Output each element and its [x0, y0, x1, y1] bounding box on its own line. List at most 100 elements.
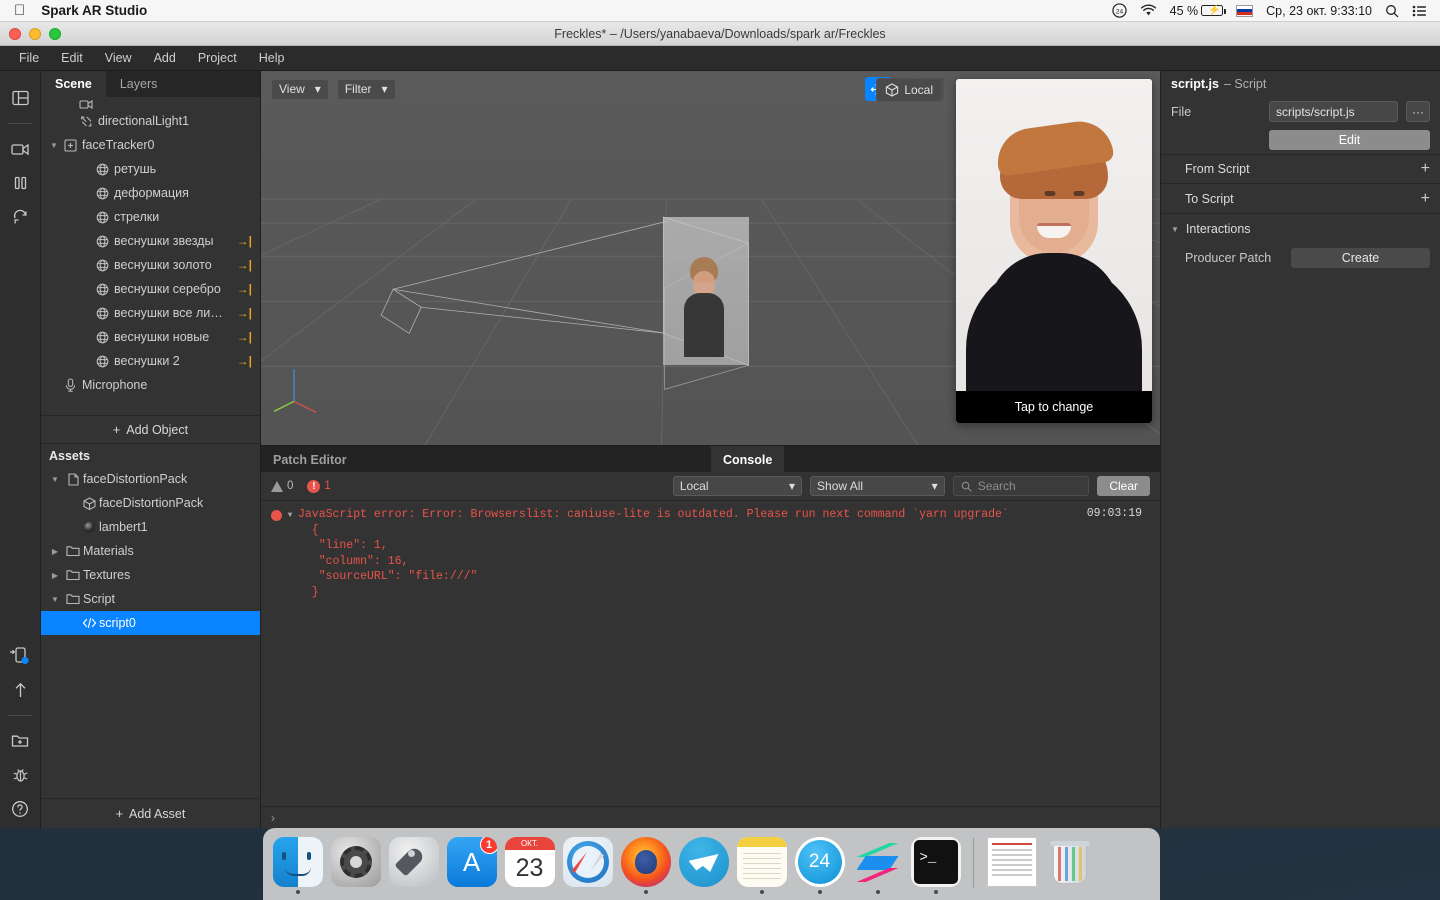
- dock-item-notes[interactable]: [735, 836, 788, 894]
- scene-tree-item[interactable]: ретушь: [41, 157, 260, 181]
- dock-item-mail-ru-cloud[interactable]: 24: [793, 836, 846, 894]
- battery-status[interactable]: 45 % ⚡: [1170, 4, 1227, 18]
- disclosure-triangle-icon[interactable]: ▼: [282, 511, 298, 600]
- asset-item[interactable]: ▶ Textures: [41, 563, 260, 587]
- console-scope-select[interactable]: Local ▾: [672, 476, 803, 496]
- dock-item-safari[interactable]: [561, 836, 614, 894]
- viewport-3d[interactable]: View ▾ Filter ▾ Local Tap to change: [261, 71, 1160, 445]
- tab-console[interactable]: Console: [711, 446, 785, 473]
- layout-icon[interactable]: [5, 83, 35, 113]
- camera-icon[interactable]: [5, 134, 35, 164]
- create-producer-patch-button[interactable]: Create: [1291, 248, 1430, 268]
- preview-caption[interactable]: Tap to change: [956, 391, 1152, 423]
- new-folder-icon[interactable]: [5, 726, 35, 756]
- dock-item-finder[interactable]: [271, 836, 324, 894]
- scene-tree-item[interactable]: деформация: [41, 181, 260, 205]
- menu-add[interactable]: Add: [143, 48, 187, 68]
- add-to-script-button[interactable]: +: [1421, 190, 1430, 207]
- file-browse-button[interactable]: ···: [1406, 101, 1430, 122]
- edit-script-button[interactable]: Edit: [1269, 130, 1430, 150]
- scene-tree-item[interactable]: веснушки звезды →|: [41, 229, 260, 253]
- disclosure-triangle-icon[interactable]: ▼: [47, 595, 63, 604]
- menubar-clock[interactable]: Ср, 23 окт. 9:33:10: [1266, 4, 1372, 18]
- section-from-script[interactable]: From Script +: [1161, 154, 1440, 184]
- device-preview[interactable]: Tap to change: [956, 79, 1152, 423]
- scene-tree-item[interactable]: ▼ faceTracker0: [41, 133, 260, 157]
- upload-icon[interactable]: [5, 675, 35, 705]
- scene-tree-item[interactable]: веснушки все ли… →|: [41, 301, 260, 325]
- input-language-flag-icon[interactable]: [1236, 4, 1254, 17]
- asset-item[interactable]: lambert1: [41, 515, 260, 539]
- add-object-button[interactable]: + Add Object: [41, 415, 260, 443]
- scene-tree-item[interactable]: [41, 99, 260, 109]
- disclosure-triangle-icon[interactable]: ▶: [47, 547, 63, 556]
- view-dropdown[interactable]: View ▾: [271, 78, 329, 100]
- disclosure-triangle-icon[interactable]: ▼: [47, 141, 61, 150]
- console-log-entry[interactable]: ▼ JavaScript error: Error: Browserslist:…: [261, 501, 1160, 600]
- control-center-icon[interactable]: [1412, 5, 1427, 17]
- animation-arrow-icon[interactable]: →|: [237, 282, 252, 296]
- animation-arrow-icon[interactable]: →|: [237, 354, 252, 368]
- console-log-list[interactable]: ▼ JavaScript error: Error: Browserslist:…: [261, 501, 1160, 806]
- menu-project[interactable]: Project: [187, 48, 248, 68]
- 24-icon[interactable]: 24: [1111, 3, 1127, 18]
- console-input-prompt[interactable]: ›: [261, 806, 1160, 828]
- asset-item[interactable]: ▶ Materials: [41, 539, 260, 563]
- dock-item-terminal[interactable]: >_: [909, 836, 962, 894]
- menu-edit[interactable]: Edit: [50, 48, 94, 68]
- warning-badge[interactable]: 0: [271, 480, 293, 492]
- animation-arrow-icon[interactable]: →|: [237, 258, 252, 272]
- console-filter-select[interactable]: Show All ▾: [810, 476, 945, 496]
- dock-item-spark-ar-studio[interactable]: [851, 836, 904, 894]
- asset-item[interactable]: ▼ faceDistortionPack: [41, 467, 260, 491]
- send-to-device-icon[interactable]: [5, 641, 35, 671]
- animation-arrow-icon[interactable]: →|: [237, 330, 252, 344]
- section-interactions[interactable]: ▼ Interactions: [1161, 214, 1440, 244]
- minimize-button[interactable]: [29, 28, 41, 40]
- scene-tree[interactable]: directionalLight1 ▼ faceTracker0 ретушь дефо…: [41, 97, 260, 415]
- asset-item[interactable]: ▼ Script: [41, 587, 260, 611]
- scene-tree-item[interactable]: Microphone: [41, 373, 260, 397]
- close-button[interactable]: [9, 28, 21, 40]
- dock-item-calendar[interactable]: ОКТ. 23: [503, 836, 556, 894]
- scene-tree-item[interactable]: веснушки 2 →|: [41, 349, 260, 373]
- scene-tree-item[interactable]: веснушки новые →|: [41, 325, 260, 349]
- dock-item-telegram[interactable]: [677, 836, 730, 894]
- menu-file[interactable]: File: [8, 48, 50, 68]
- tab-scene[interactable]: Scene: [41, 71, 106, 97]
- tab-layers[interactable]: Layers: [105, 71, 260, 97]
- dock-item-app-store[interactable]: A1: [445, 836, 498, 894]
- add-asset-button[interactable]: + Add Asset: [41, 798, 260, 828]
- section-to-script[interactable]: To Script +: [1161, 184, 1440, 214]
- asset-item-selected[interactable]: script0: [41, 611, 260, 635]
- maximize-button[interactable]: [49, 28, 61, 40]
- apple-logo-icon[interactable]: : [14, 3, 25, 18]
- dock-item-trash[interactable]: [1043, 836, 1096, 894]
- asset-item[interactable]: faceDistortionPack: [41, 491, 260, 515]
- disclosure-triangle-icon[interactable]: ▼: [47, 475, 63, 484]
- animation-arrow-icon[interactable]: →|: [237, 234, 252, 248]
- filter-dropdown[interactable]: Filter ▾: [336, 78, 396, 100]
- dock-item-firefox[interactable]: [619, 836, 672, 894]
- animation-arrow-icon[interactable]: →|: [237, 306, 252, 320]
- wifi-icon[interactable]: [1140, 4, 1157, 17]
- console-clear-button[interactable]: Clear: [1097, 476, 1151, 496]
- disclosure-triangle-icon[interactable]: ▶: [47, 571, 63, 580]
- assets-tree[interactable]: ▼ faceDistortionPack faceDistortionPack lam…: [41, 467, 260, 798]
- tab-patch-editor[interactable]: Patch Editor: [261, 446, 711, 473]
- dock-item-system-preferences[interactable]: [329, 836, 382, 894]
- help-icon[interactable]: [5, 794, 35, 824]
- pause-icon[interactable]: [5, 168, 35, 198]
- scene-tree-item[interactable]: directionalLight1: [41, 109, 260, 133]
- file-path-field[interactable]: scripts/script.js: [1269, 101, 1398, 122]
- scene-tree-item[interactable]: веснушки серебро →|: [41, 277, 260, 301]
- scene-tree-item[interactable]: веснушки золото →|: [41, 253, 260, 277]
- bug-icon[interactable]: [5, 760, 35, 790]
- error-badge[interactable]: ! 1: [307, 479, 331, 493]
- console-search-input[interactable]: Search: [952, 476, 1090, 496]
- menu-view[interactable]: View: [94, 48, 143, 68]
- scene-tree-item[interactable]: стрелки: [41, 205, 260, 229]
- dock-item-launchpad[interactable]: [387, 836, 440, 894]
- menu-help[interactable]: Help: [248, 48, 296, 68]
- dock-item-document-stack[interactable]: [985, 836, 1038, 894]
